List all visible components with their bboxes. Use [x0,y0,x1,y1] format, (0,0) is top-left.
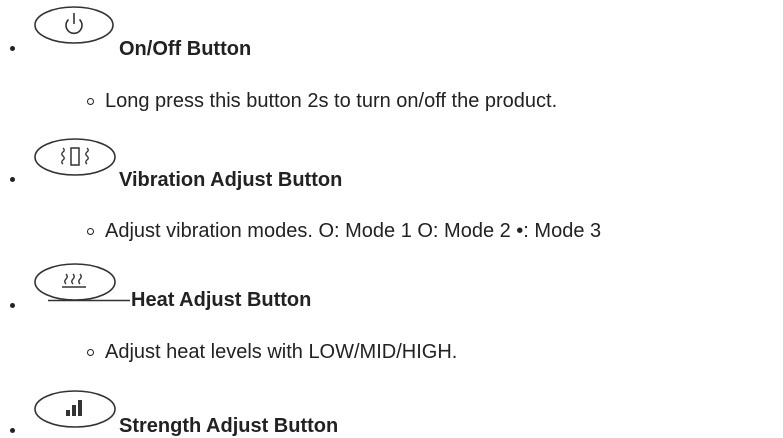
list-bullet [10,303,15,308]
heat-button-description: Adjust heat levels with LOW/MID/HIGH. [105,341,458,363]
on-off-button-description: Long press this button 2s to turn on/off… [105,90,558,112]
list-bullet [10,46,15,51]
on-off-button-title: On/Off Button [119,38,252,60]
sub-bullet [87,349,94,356]
sub-bullet [87,98,94,105]
list-bullet [10,177,15,182]
sub-bullet [87,228,94,235]
vibration-button-icon [34,138,116,176]
heat-button-title: Heat Adjust Button [131,289,312,311]
heat-button-icon [34,263,130,302]
vibration-button-description: Adjust vibration modes. O: Mode 1 O: Mod… [105,220,602,242]
power-button-icon [34,6,114,44]
vibration-button-title: Vibration Adjust Button [119,169,343,191]
signal-bars-button-icon [34,390,116,428]
list-bullet [10,428,15,433]
strength-button-title: Strength Adjust Button [119,415,339,437]
